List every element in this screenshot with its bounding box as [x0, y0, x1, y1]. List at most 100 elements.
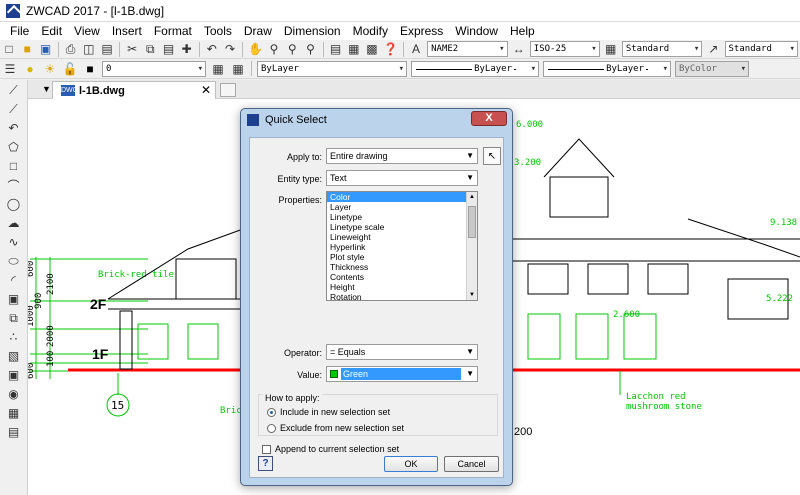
exclude-radio[interactable]: Exclude from new selection set — [267, 423, 404, 433]
operator-label: Operator: — [283, 348, 322, 358]
new-file-icon[interactable]: □ — [2, 41, 16, 57]
list-item[interactable]: Height — [327, 282, 477, 292]
layer-manager-icon[interactable]: ☰ — [2, 61, 18, 77]
ok-button[interactable]: OK — [384, 456, 438, 472]
menu-tools[interactable]: Tools — [198, 22, 238, 40]
dialog-title: Quick Select — [265, 114, 327, 126]
properties-listbox[interactable]: Color Layer Linetype Linetype scale Line… — [326, 191, 478, 301]
rectangle-icon[interactable]: □ — [5, 157, 23, 175]
ray-icon[interactable]: ⟋ — [5, 100, 23, 118]
list-item[interactable]: Layer — [327, 202, 477, 212]
menu-format[interactable]: Format — [148, 22, 198, 40]
redo-icon[interactable]: ↷ — [223, 41, 237, 57]
properties-icon[interactable]: ▤ — [328, 41, 342, 57]
spline-icon[interactable]: ∿ — [5, 233, 23, 251]
menu-view[interactable]: View — [68, 22, 106, 40]
print-icon[interactable]: ⎙ — [64, 41, 78, 57]
operator-dropdown[interactable]: = Equals — [326, 344, 478, 360]
open-folder-icon[interactable]: ■ — [20, 41, 34, 57]
exclude-radio-label: Exclude from new selection set — [280, 423, 405, 433]
design-center-icon[interactable]: ▦ — [347, 41, 361, 57]
menu-help[interactable]: Help — [504, 22, 541, 40]
plotstyle-combo[interactable]: ByColor — [675, 60, 749, 77]
text-style-combo[interactable]: NAME2 — [427, 41, 508, 57]
list-item[interactable]: Hyperlink — [327, 242, 477, 252]
table-icon[interactable]: ▦ — [5, 404, 23, 422]
list-item[interactable]: Linetype — [327, 212, 477, 222]
insert-block-icon[interactable]: ▣ — [5, 290, 23, 308]
table-style-combo[interactable]: Standard — [621, 41, 703, 57]
make-current-layer-icon[interactable]: ▦ — [210, 61, 226, 77]
publish-icon[interactable]: ▤ — [100, 41, 114, 57]
list-item[interactable]: Plot style — [327, 252, 477, 262]
menu-window[interactable]: Window — [449, 22, 504, 40]
list-item[interactable]: Thickness — [327, 262, 477, 272]
apply-to-dropdown[interactable]: Entire drawing — [326, 148, 478, 164]
list-item[interactable]: Lineweight — [327, 232, 477, 242]
color-combo[interactable]: ByLayer — [257, 60, 407, 77]
layer-previous-icon[interactable]: ▦ — [230, 61, 246, 77]
menu-express[interactable]: Express — [394, 22, 449, 40]
circle-icon[interactable]: ◯ — [5, 195, 23, 213]
menu-dimension[interactable]: Dimension — [278, 22, 347, 40]
menu-draw[interactable]: Draw — [238, 22, 278, 40]
make-block-icon[interactable]: ⧉ — [5, 309, 23, 327]
append-checkbox[interactable]: Append to current selection set — [262, 444, 399, 454]
match-properties-icon[interactable]: ✚ — [180, 41, 194, 57]
dim-style-combo[interactable]: ISO-25 — [529, 41, 600, 57]
layer-combo[interactable]: 0 — [102, 60, 206, 77]
scroll-up-icon[interactable]: ▲ — [467, 192, 477, 202]
ellipse-arc-icon[interactable]: ◜ — [5, 271, 23, 289]
multileader-style-combo[interactable]: Standard — [724, 41, 798, 57]
scroll-down-icon[interactable]: ▼ — [467, 290, 477, 300]
help-button[interactable]: ? — [258, 456, 273, 471]
zoom-realtime-icon[interactable]: ⚲ — [267, 41, 281, 57]
properties-scrollbar[interactable]: ▲ ▼ — [466, 192, 477, 300]
ellipse-icon[interactable]: ⬭ — [5, 252, 23, 270]
arc-icon[interactable]: ⌒ — [5, 176, 23, 194]
pan-icon[interactable]: ✋ — [248, 41, 263, 57]
lineweight-combo[interactable]: ByLayer — [543, 60, 671, 77]
select-objects-icon[interactable]: ↖ — [483, 147, 501, 165]
region-icon[interactable]: ◉ — [5, 385, 23, 403]
hatch-icon[interactable]: ▧ — [5, 347, 23, 365]
menu-insert[interactable]: Insert — [106, 22, 148, 40]
copy-icon[interactable]: ⧉ — [143, 41, 157, 57]
tab-l-1b-dwg[interactable]: DWG l-1B.dwg ✕ — [52, 81, 216, 99]
list-item[interactable]: Linetype scale — [327, 222, 477, 232]
tab-list-icon[interactable]: ▼ — [42, 84, 51, 94]
close-button[interactable]: X — [471, 111, 507, 126]
mtext-icon[interactable]: ▤ — [5, 423, 23, 441]
zoom-previous-icon[interactable]: ⚲ — [303, 41, 317, 57]
list-item[interactable]: Contents — [327, 272, 477, 282]
menu-modify[interactable]: Modify — [347, 22, 394, 40]
tool-palettes-icon[interactable]: ▩ — [365, 41, 379, 57]
floor-label-2f: 2F — [90, 296, 107, 312]
scroll-thumb[interactable] — [468, 206, 476, 238]
dialog-title-bar[interactable]: Quick Select X — [241, 109, 512, 131]
save-icon[interactable]: ▣ — [38, 41, 52, 57]
paste-icon[interactable]: ▤ — [161, 41, 175, 57]
include-radio[interactable]: Include in new selection set — [267, 407, 390, 417]
list-item[interactable]: Color — [327, 192, 477, 202]
zoom-window-icon[interactable]: ⚲ — [285, 41, 299, 57]
list-item[interactable]: Rotation — [327, 292, 477, 300]
polygon-icon[interactable]: ⬠ — [5, 138, 23, 156]
gradient-icon[interactable]: ▣ — [5, 366, 23, 384]
help-icon[interactable]: ❓ — [383, 41, 398, 57]
linetype-combo[interactable]: ByLayer — [411, 60, 539, 77]
point-icon[interactable]: ∴ — [5, 328, 23, 346]
undo-icon[interactable]: ↶ — [205, 41, 219, 57]
value-dropdown[interactable]: Green ▼ — [326, 366, 478, 382]
menu-file[interactable]: File — [4, 22, 35, 40]
cancel-button[interactable]: Cancel — [444, 456, 499, 472]
close-tab-icon[interactable]: ✕ — [201, 83, 211, 97]
line-icon[interactable]: ⟋ — [5, 81, 23, 99]
menu-edit[interactable]: Edit — [35, 22, 68, 40]
polyline-icon[interactable]: ↶ — [5, 119, 23, 137]
new-tab-icon[interactable] — [220, 83, 236, 97]
cut-icon[interactable]: ✂ — [125, 41, 139, 57]
entity-type-dropdown[interactable]: Text — [326, 170, 478, 186]
revision-cloud-icon[interactable]: ☁ — [5, 214, 23, 232]
print-preview-icon[interactable]: ◫ — [82, 41, 96, 57]
